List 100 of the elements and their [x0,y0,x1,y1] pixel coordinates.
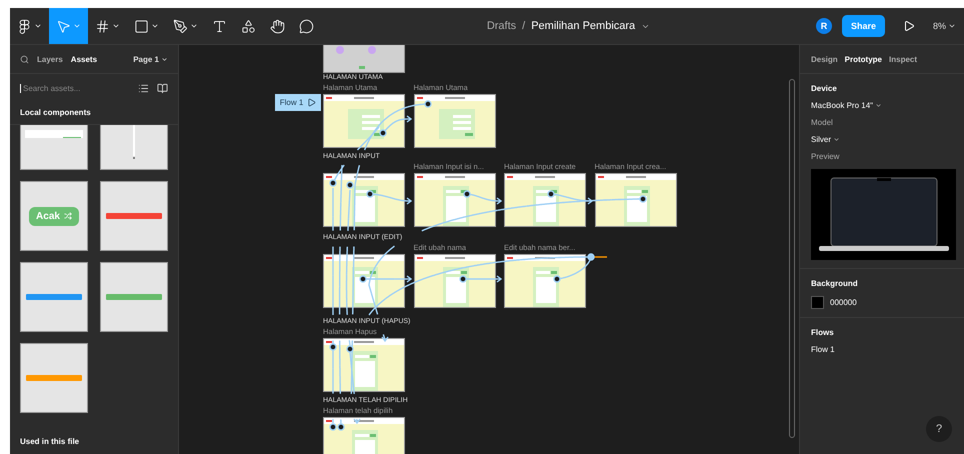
connector-line[interactable] [397,198,410,202]
connector-line[interactable] [341,164,343,174]
connector-line[interactable] [492,259,520,264]
search-icon[interactable] [20,54,29,64]
file-name[interactable]: Pemilihan Pembicara [531,20,636,32]
square-icon [134,18,149,34]
connector-line[interactable] [351,340,353,369]
caret-icon [112,22,120,30]
connector-line[interactable] [374,246,395,268]
scrollbar-component-drawing [131,125,137,160]
panel-tab[interactable]: Prototype [844,54,882,64]
connector-line[interactable] [356,129,378,150]
present-icon[interactable] [902,20,915,32]
connector-handle[interactable] [379,129,387,137]
connector-line[interactable] [340,202,342,230]
connector-handle[interactable] [346,345,354,353]
connector-line[interactable] [346,246,348,275]
connector-handle[interactable] [359,275,367,283]
connector-line[interactable] [370,293,378,315]
arrowhead [406,275,412,283]
connector-line[interactable] [352,304,354,314]
library-icon[interactable] [157,82,168,94]
arrowhead [496,197,502,205]
pen-icon [173,18,188,34]
device-dropdown[interactable]: MacBook Pro 14" [811,101,882,110]
connector-handle[interactable] [463,190,471,198]
connector-line[interactable] [354,220,356,230]
connector-line[interactable] [385,284,410,300]
user-avatar[interactable]: R [816,18,832,34]
color-swatch[interactable] [811,296,824,309]
folder-link[interactable]: Drafts [486,20,516,32]
arrowhead [381,336,389,342]
connector-line[interactable] [368,298,386,316]
field-label: Preview [811,152,840,161]
connector-line[interactable] [347,218,350,231]
caret-icon [73,22,81,30]
panel-tab[interactable]: Design [811,54,838,64]
connector-line[interactable] [354,164,360,194]
list-view-icon[interactable] [138,82,149,94]
hand-icon [270,18,285,34]
connector-line[interactable] [338,286,340,315]
connector-line[interactable] [352,246,355,275]
flow-tag[interactable]: Flow 1 [275,94,321,111]
model-dropdown[interactable]: Silver [811,135,840,144]
connector-line[interactable] [498,206,526,211]
connector-line[interactable] [351,368,355,394]
connector-handle[interactable] [587,253,595,261]
panel-tab[interactable]: Inspect [889,54,918,64]
search-field[interactable]: Search assets... [20,84,130,92]
connector-handle[interactable] [329,343,337,351]
connector-line[interactable] [422,222,444,232]
connector-line[interactable] [382,118,407,134]
caret-icon [151,22,159,30]
tabs-component-drawing [25,130,83,140]
text-icon [212,18,227,34]
help-button[interactable]: ? [926,416,952,442]
connector-line[interactable] [410,274,436,286]
connector-handle[interactable] [346,181,354,189]
connector-handle[interactable] [553,275,561,283]
section-heading: Flows [811,328,834,337]
connector-handle[interactable] [329,179,337,187]
panel-tab[interactable]: Assets [70,54,98,64]
connector-line[interactable] [346,302,348,315]
component-tile[interactable] [100,181,168,251]
connector-handle[interactable] [639,195,647,203]
arrowhead [353,418,361,424]
connector-handle[interactable] [459,275,467,283]
component-tile[interactable] [20,343,88,413]
arrowhead [588,197,594,205]
section-toggle[interactable]: Used in this file [10,429,178,454]
comment-icon [299,18,314,34]
connector-line[interactable] [332,340,334,369]
flow-item[interactable]: Flow 1 [811,345,835,354]
connector-line[interactable] [494,200,500,202]
caret-icon [948,22,956,30]
connector-line[interactable] [583,199,612,202]
arrowhead [496,275,502,283]
panel-tab[interactable]: Layers [37,54,63,64]
arrowhead [406,197,412,205]
connector-line[interactable] [364,126,379,150]
connector-line[interactable] [382,334,386,341]
component-tile[interactable] [20,262,88,332]
connector-handle[interactable] [424,100,432,108]
zoom-dropdown[interactable]: 8% [932,21,956,31]
caret-icon [190,22,198,30]
random-button-component: Acak [29,206,79,226]
connector-line[interactable] [578,256,592,270]
connector-line[interactable] [348,340,352,370]
connector-handle[interactable] [547,190,555,198]
component-tile[interactable] [100,262,168,332]
scrollbar[interactable] [789,79,795,438]
laptop-icon [818,176,948,254]
connector-line[interactable] [470,210,498,216]
caret-icon [833,136,840,143]
connector-handle[interactable] [366,190,374,198]
connector-line[interactable] [339,246,341,258]
color-value[interactable]: 000000 [830,298,857,307]
page-dropdown[interactable]: Page 1 [133,54,168,64]
arrowhead [406,115,412,123]
section-heading: Background [811,279,858,288]
